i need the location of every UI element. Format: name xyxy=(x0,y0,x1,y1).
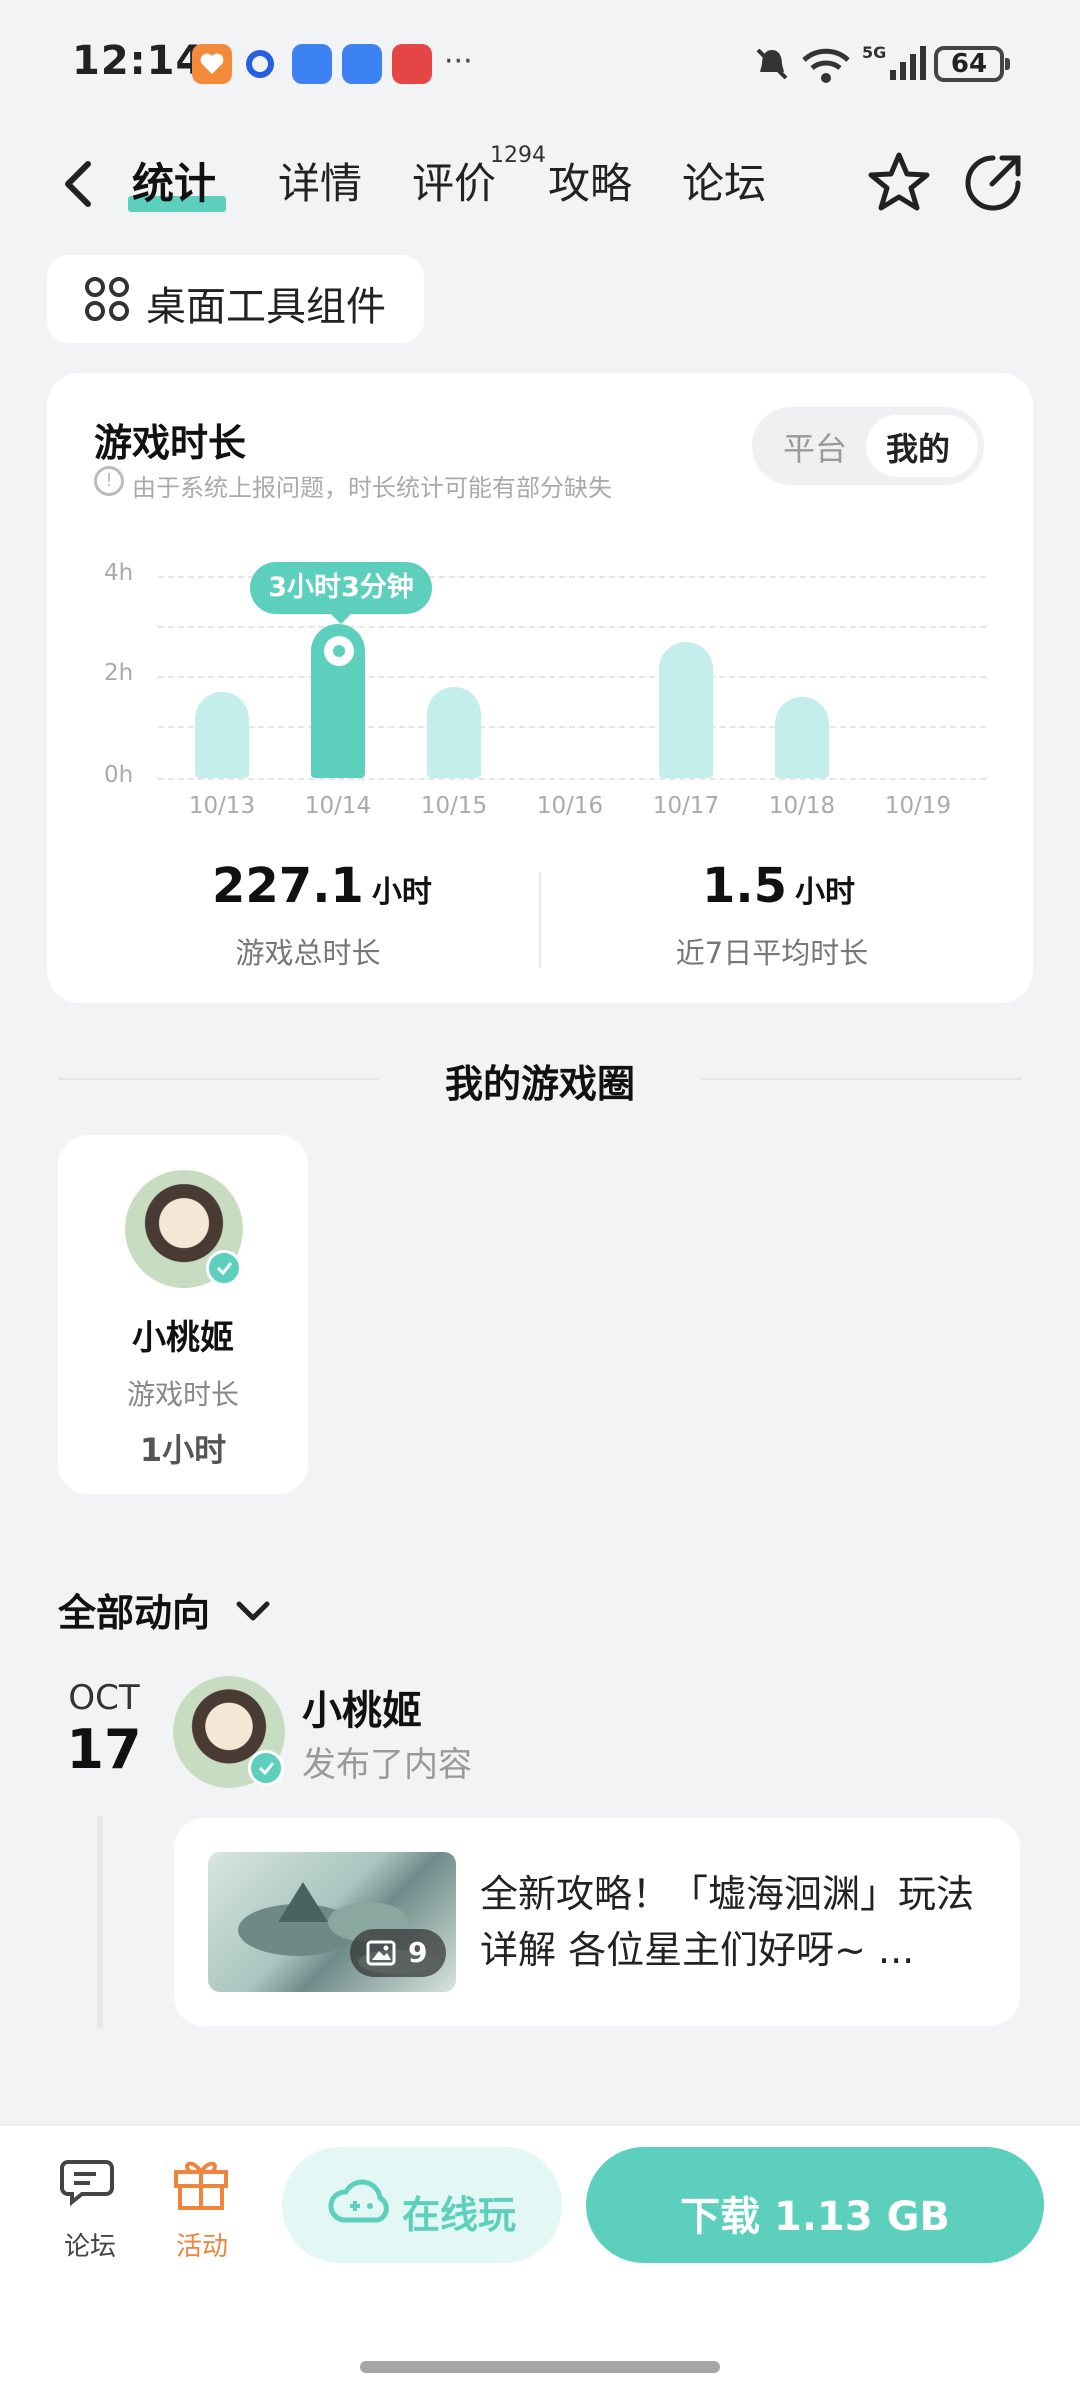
playtime-title: 游戏时长 xyxy=(94,421,247,465)
x-tick-label: 10/16 xyxy=(536,793,604,819)
mute-icon xyxy=(752,44,792,88)
avg-playtime-value: 1.5 xyxy=(702,858,788,914)
activity-filter-dropdown[interactable]: 全部动向 xyxy=(58,1582,271,1637)
post-author[interactable]: 小桃姬 xyxy=(302,1678,422,1736)
y-tick-label: 4h xyxy=(104,560,134,586)
post-day: 17 xyxy=(66,1718,142,1781)
gift-icon[interactable] xyxy=(170,2154,232,2216)
member-caption: 游戏时长 xyxy=(126,1378,239,1411)
download-label: 下载 1.13 GB xyxy=(680,2194,950,2240)
x-tick-label: 10/17 xyxy=(652,793,720,819)
chart-bar-10-13[interactable] xyxy=(195,692,249,778)
app-circle-icon xyxy=(246,50,274,78)
avg-playtime: 1.5 小时 xyxy=(702,858,855,914)
avg-playtime-unit: 小时 xyxy=(795,875,856,910)
chart-bar-10-17[interactable] xyxy=(659,641,713,778)
y-tick-label: 2h xyxy=(104,660,134,686)
home-indicator[interactable] xyxy=(360,2361,720,2373)
activity-label[interactable]: 活动 xyxy=(176,2226,228,2263)
x-tick-label: 10/14 xyxy=(304,793,372,819)
image-count-badge: 9 xyxy=(350,1929,446,1977)
review-count-badge: 1294 xyxy=(490,143,546,168)
tab-statistics[interactable]: 统计 xyxy=(132,150,216,211)
cloud-gamepad-icon xyxy=(328,2176,394,2236)
svg-text:5G: 5G xyxy=(862,44,886,62)
member-playtime: 1小时 xyxy=(139,1431,227,1469)
chart-bar-10-15[interactable] xyxy=(427,687,481,778)
verified-badge-icon xyxy=(248,1750,284,1786)
tab-details[interactable]: 详情 xyxy=(278,150,362,211)
widget-grid-icon xyxy=(84,276,130,326)
forum-icon[interactable] xyxy=(60,2156,120,2214)
chevron-down-icon xyxy=(236,1601,270,1621)
app-store-icon-2 xyxy=(342,44,382,84)
timeline-line xyxy=(97,1816,103,2028)
chart-bar-10-18[interactable] xyxy=(775,697,829,778)
total-playtime-caption: 游戏总时长 xyxy=(235,936,381,970)
tab-reviews[interactable]: 评价 xyxy=(412,150,496,211)
playtime-note: 由于系统上报问题，时长统计可能有部分缺失 xyxy=(132,474,612,502)
app-game-icon xyxy=(392,44,432,84)
y-tick-label: 0h xyxy=(104,762,134,788)
forum-label[interactable]: 论坛 xyxy=(64,2226,116,2263)
post-text: 全新攻略！「墟海洄渊」玩法详解 各位星主们好呀~ ... xyxy=(480,1872,975,1972)
image-icon xyxy=(366,1940,396,1970)
tab-forum[interactable]: 论坛 xyxy=(682,150,766,211)
info-icon: ! xyxy=(94,466,124,496)
gridline-0h xyxy=(158,778,986,780)
battery-indicator: 64 xyxy=(934,46,1010,82)
post-month: OCT xyxy=(68,1678,140,1718)
status-time: 12:14 xyxy=(72,38,205,84)
toggle-mine[interactable]: 我的 xyxy=(886,424,950,470)
widget-label: 桌面工具组件 xyxy=(146,284,386,330)
app-store-icon xyxy=(292,44,332,84)
x-tick-label: 10/19 xyxy=(884,793,952,819)
selected-bar-dot xyxy=(324,636,354,666)
toggle-platform[interactable]: 平台 xyxy=(783,424,847,470)
total-playtime: 227.1 小时 xyxy=(212,858,432,914)
game-circle-title: 我的游戏圈 xyxy=(444,1062,635,1106)
total-playtime-value: 227.1 xyxy=(212,858,364,914)
gridline-3h xyxy=(158,626,986,628)
verified-badge-icon xyxy=(206,1250,242,1286)
gridline-2h xyxy=(158,676,986,678)
app-heart-icon xyxy=(192,44,232,84)
avg-playtime-caption: 近7日平均时长 xyxy=(675,936,869,970)
x-tick-label: 10/18 xyxy=(768,793,836,819)
stat-divider xyxy=(539,872,541,968)
signal-icon: 5G xyxy=(862,43,926,88)
more-dots-icon: ··· xyxy=(444,44,473,79)
x-tick-label: 10/15 xyxy=(420,793,488,819)
activity-filter-label: 全部动向 xyxy=(58,1591,211,1635)
bar-tooltip: 3小时3分钟 xyxy=(250,562,432,624)
star-icon[interactable] xyxy=(866,150,932,218)
play-online-label: 在线玩 xyxy=(402,2193,517,2237)
x-tick-label: 10/13 xyxy=(188,793,256,819)
tab-guides[interactable]: 攻略 xyxy=(548,150,632,211)
back-button[interactable] xyxy=(60,158,96,214)
member-name: 小桃姬 xyxy=(132,1318,234,1358)
share-icon[interactable] xyxy=(962,152,1024,218)
post-action: 发布了内容 xyxy=(302,1745,472,1785)
total-playtime-unit: 小时 xyxy=(371,875,432,910)
wifi-icon xyxy=(800,42,852,90)
gridline-1h xyxy=(158,726,986,728)
image-count: 9 xyxy=(408,1936,428,1969)
